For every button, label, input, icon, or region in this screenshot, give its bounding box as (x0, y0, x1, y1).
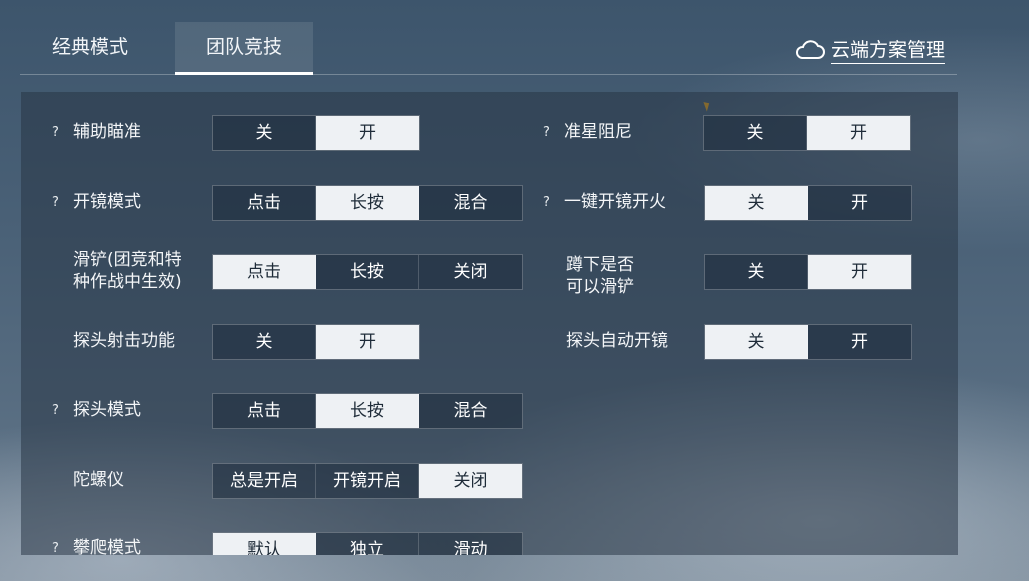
peek-auto-scope-toggle: 关 开 (704, 324, 912, 360)
label-peek-fire: 探头射击功能 (73, 331, 175, 351)
help-icon[interactable]: ? (543, 122, 550, 144)
aim-assist-toggle: 关 开 (212, 115, 420, 151)
peek-mode-mixed[interactable]: 混合 (419, 394, 522, 428)
peek-auto-scope-on[interactable]: 开 (808, 325, 911, 359)
cloud-plan-management-link[interactable]: 云端方案管理 (795, 34, 946, 64)
peek-mode-hold[interactable]: 长按 (316, 394, 419, 428)
crouch-slide-off[interactable]: 关 (705, 255, 808, 289)
slide-selector: 点击 长按 关闭 (212, 254, 523, 290)
help-icon[interactable]: ? (52, 538, 59, 555)
label-one-tap-scope-fire: 一键开镜开火 (564, 192, 666, 212)
tab-team-deathmatch[interactable]: 团队竞技 (175, 22, 313, 75)
climb-mode-swipe[interactable]: 滑动 (419, 533, 522, 555)
slide-tap[interactable]: 点击 (213, 255, 316, 289)
aim-assist-on[interactable]: 开 (316, 116, 419, 150)
peek-mode-tap[interactable]: 点击 (213, 394, 316, 428)
gyroscope-off[interactable]: 关闭 (419, 464, 522, 498)
gyroscope-selector: 总是开启 开镜开启 关闭 (212, 463, 523, 499)
scope-mode-tap[interactable]: 点击 (213, 186, 316, 220)
scope-mode-selector: 点击 长按 混合 (212, 185, 523, 221)
help-icon[interactable]: ? (543, 192, 550, 214)
label-crouch-slide-line1: 蹲下是否 (566, 255, 634, 275)
crosshair-damping-off[interactable]: 关 (704, 116, 807, 150)
aim-assist-off[interactable]: 关 (213, 116, 316, 150)
label-climb-mode: 攀爬模式 (73, 538, 141, 555)
peek-fire-on[interactable]: 开 (316, 325, 419, 359)
label-peek-auto-scope: 探头自动开镜 (566, 331, 668, 351)
scope-mode-mixed[interactable]: 混合 (419, 186, 522, 220)
tab-classic-mode[interactable]: 经典模式 (30, 22, 150, 75)
label-crosshair-damping: 准星阻尼 (564, 122, 632, 142)
cloud-plan-management-label: 云端方案管理 (831, 35, 946, 64)
tab-divider (20, 74, 957, 75)
cloud-icon (796, 40, 825, 59)
slide-off[interactable]: 关闭 (419, 255, 522, 289)
settings-panel: ? 辅助瞄准 关 开 ? 开镜模式 点击 长按 混合 滑铲(团竞和特 种作战中生… (21, 92, 958, 555)
crosshair-damping-toggle: 关 开 (703, 115, 911, 151)
label-scope-mode: 开镜模式 (73, 192, 141, 212)
label-slide-line1: 滑铲(团竞和特 (73, 250, 182, 270)
scope-mode-hold[interactable]: 长按 (316, 186, 419, 220)
one-tap-scope-fire-on[interactable]: 开 (808, 186, 911, 220)
one-tap-scope-fire-off[interactable]: 关 (705, 186, 808, 220)
crosshair-damping-on[interactable]: 开 (807, 116, 910, 150)
label-slide: 滑铲(团竞和特 种作战中生效) (73, 249, 182, 293)
crouch-slide-toggle: 关 开 (704, 254, 912, 290)
climb-mode-selector: 默认 独立 滑动 (212, 532, 523, 555)
label-peek-mode: 探头模式 (73, 400, 141, 420)
one-tap-scope-fire-toggle: 关 开 (704, 185, 912, 221)
help-icon[interactable]: ? (52, 122, 59, 144)
climb-mode-default[interactable]: 默认 (213, 533, 316, 555)
peek-auto-scope-off[interactable]: 关 (705, 325, 808, 359)
crouch-slide-on[interactable]: 开 (808, 255, 911, 289)
help-icon[interactable]: ? (52, 192, 59, 214)
help-icon[interactable]: ? (52, 400, 59, 422)
label-gyroscope: 陀螺仪 (73, 470, 124, 490)
peek-mode-selector: 点击 长按 混合 (212, 393, 523, 429)
gyroscope-always-on[interactable]: 总是开启 (213, 464, 316, 498)
peek-fire-toggle: 关 开 (212, 324, 420, 360)
tab-bar: 经典模式 团队竞技 云端方案管理 (0, 0, 1029, 75)
gyroscope-scope-on[interactable]: 开镜开启 (316, 464, 419, 498)
label-crouch-slide-line2: 可以滑铲 (566, 277, 634, 297)
climb-mode-independent[interactable]: 独立 (316, 533, 419, 555)
slide-hold[interactable]: 长按 (316, 255, 419, 289)
label-crouch-slide: 蹲下是否 可以滑铲 (566, 254, 634, 298)
label-slide-line2: 种作战中生效) (73, 272, 182, 292)
peek-fire-off[interactable]: 关 (213, 325, 316, 359)
label-aim-assist: 辅助瞄准 (73, 122, 141, 142)
